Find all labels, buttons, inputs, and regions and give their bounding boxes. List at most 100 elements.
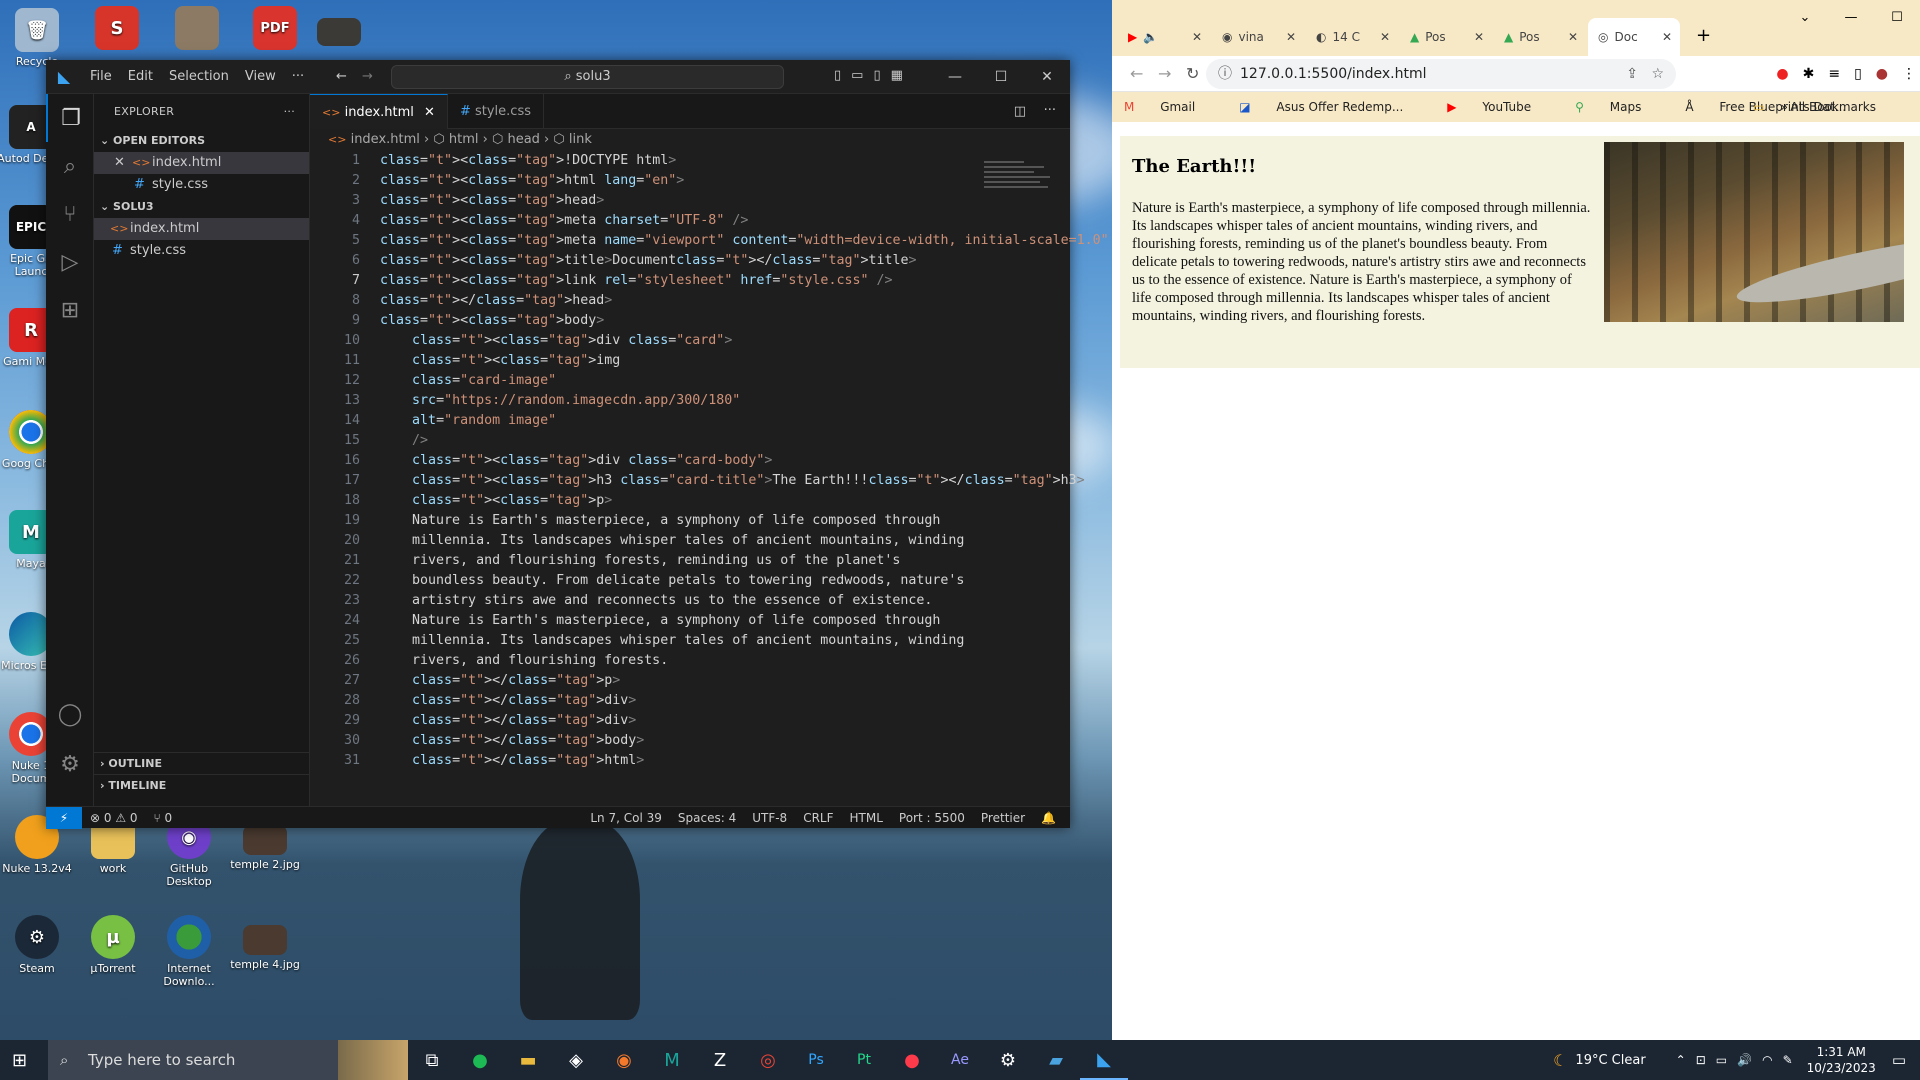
address-bar[interactable]: ⓘ 127.0.0.1:5500/index.html ⇪ ☆ xyxy=(1206,58,1676,89)
all-bookmarks-folder[interactable]: ▭ All Bookmarks xyxy=(1753,100,1898,114)
file-explorer-icon[interactable]: ▬ xyxy=(504,1040,552,1080)
browser-tab-document[interactable]: ◎ Doc ✕ xyxy=(1588,18,1680,56)
network-icon[interactable]: ⊡ xyxy=(1696,1053,1706,1067)
code-line[interactable]: 19 Nature is Earth's masterpiece, a symp… xyxy=(310,511,1070,531)
taskbar-search-box[interactable]: ⌕ Type here to search xyxy=(48,1040,338,1080)
photos-icon[interactable]: ▰ xyxy=(1032,1040,1080,1080)
extensions-icon[interactable]: ⊞ xyxy=(46,286,94,334)
live-server-port[interactable]: Port : 5500 xyxy=(899,811,965,825)
maya-icon[interactable]: M xyxy=(648,1040,696,1080)
desktop-icon-temple4[interactable]: temple 4.jpg xyxy=(230,925,300,971)
zbrush-icon[interactable]: Z xyxy=(696,1040,744,1080)
code-line[interactable]: 10 class="t"><class="tag">div class="car… xyxy=(310,331,1070,351)
code-line[interactable]: 6 class="t"><class="tag">title>Documentcl… xyxy=(310,251,1070,271)
breadcrumb-item[interactable]: head xyxy=(507,132,539,147)
desktop-icon-idm[interactable]: Internet Downlo... xyxy=(154,915,224,988)
close-icon[interactable]: ✕ xyxy=(1192,30,1202,44)
run-debug-icon[interactable]: ▷ xyxy=(46,238,94,286)
code-line[interactable]: 30 class="t"></class="tag">body> xyxy=(310,731,1070,751)
problems-count[interactable]: ⊗ 0 ⚠ 0 xyxy=(90,811,138,825)
code-line[interactable]: 7 class="t"><class="tag">link rel="styles… xyxy=(310,271,1070,291)
battery-icon[interactable]: ▭ xyxy=(1716,1053,1727,1067)
toggle-panel-icon[interactable]: ▭ xyxy=(851,68,863,83)
language-mode[interactable]: HTML xyxy=(850,811,883,825)
file-style-css[interactable]: # style.css xyxy=(94,240,309,262)
desktop-icon-temple2[interactable]: temple 2.jpg xyxy=(230,825,300,871)
remote-indicator-icon[interactable]: ⚡ xyxy=(46,806,82,829)
folder-section[interactable]: ⌄ SOLU3 xyxy=(94,196,309,218)
maximize-button[interactable]: ☐ xyxy=(978,60,1024,94)
file-index-html[interactable]: <> index.html xyxy=(94,218,309,240)
code-line[interactable]: 20 millennia. Its landscapes whisper tal… xyxy=(310,531,1070,551)
windows-start-icon[interactable]: ⊞ xyxy=(12,1050,27,1071)
unity-icon[interactable]: ◈ xyxy=(552,1040,600,1080)
desktop-icon-image[interactable] xyxy=(304,18,374,49)
after-effects-icon[interactable]: Ae xyxy=(936,1040,984,1080)
explorer-icon[interactable]: ❐ xyxy=(46,94,94,142)
close-icon[interactable]: ✕ xyxy=(1662,30,1672,44)
code-line[interactable]: 2 class="t"><class="tag">html lang="en"> xyxy=(310,171,1070,191)
cortana-image-icon[interactable] xyxy=(338,1040,408,1080)
code-line[interactable]: 31 class="t"></class="tag">html> xyxy=(310,751,1070,771)
share-icon[interactable]: ⇪ xyxy=(1626,59,1638,89)
maximize-button[interactable]: ☐ xyxy=(1874,0,1920,36)
prettier-status[interactable]: Prettier xyxy=(981,811,1025,825)
opera-gx-icon[interactable]: ● xyxy=(888,1040,936,1080)
tab-search-icon[interactable]: ⌄ xyxy=(1782,0,1828,36)
code-line[interactable]: 27 class="t"></class="tag">p> xyxy=(310,671,1070,691)
chrome-icon[interactable]: ◎ xyxy=(744,1040,792,1080)
menu-view[interactable]: View xyxy=(245,69,276,84)
close-icon[interactable]: ✕ xyxy=(1286,30,1296,44)
task-view-icon[interactable]: ⧉ xyxy=(408,1040,456,1080)
account-icon[interactable]: ◯ xyxy=(46,690,94,738)
close-icon[interactable]: ✕ xyxy=(1380,30,1390,44)
desktop-icon-pdf[interactable]: PDF xyxy=(240,6,310,53)
reload-icon[interactable]: ↻ xyxy=(1186,64,1199,83)
close-icon[interactable]: ✕ xyxy=(1568,30,1578,44)
browser-tab-5[interactable]: ▲ Pos ✕ xyxy=(1494,18,1586,56)
code-line[interactable]: 23 artistry stirs awe and reconnects us … xyxy=(310,591,1070,611)
code-line[interactable]: 12 class="card-image" xyxy=(310,371,1070,391)
source-control-icon[interactable]: ⑂ xyxy=(46,190,94,238)
code-line[interactable]: 5 class="t"><class="tag">meta name="viewp… xyxy=(310,231,1133,251)
code-line[interactable]: 26 rivers, and flourishing forests. xyxy=(310,651,1070,671)
search-icon[interactable]: ⌕ xyxy=(46,142,94,190)
split-editor-icon[interactable]: ◫ xyxy=(1014,104,1026,119)
wifi-icon[interactable]: ◠ xyxy=(1762,1053,1772,1067)
opera-extension-icon[interactable]: ● xyxy=(1776,66,1788,82)
code-line[interactable]: 9 class="t"><class="tag">body> xyxy=(310,311,1070,331)
open-editor-index-html[interactable]: ✕ <> index.html xyxy=(94,152,309,174)
tab-index-html[interactable]: <> index.html ✕ xyxy=(310,94,448,129)
code-line[interactable]: 29 class="t"></class="tag">div> xyxy=(310,711,1070,731)
customize-layout-icon[interactable]: ▦ xyxy=(891,68,903,83)
extensions-icon[interactable]: ✱ xyxy=(1803,66,1815,82)
show-hidden-icons-chevron-icon[interactable]: ⌃ xyxy=(1676,1053,1686,1067)
volume-icon[interactable]: 🔊 xyxy=(1737,1053,1752,1067)
new-tab-icon[interactable]: + xyxy=(1696,25,1711,46)
blender-icon[interactable]: ◉ xyxy=(600,1040,648,1080)
back-arrow-icon[interactable]: ← xyxy=(336,69,347,84)
code-line[interactable]: 16 class="t"><class="tag">div class="car… xyxy=(310,451,1070,471)
browser-tab-3[interactable]: ◐ 14 C ✕ xyxy=(1306,18,1398,56)
bookmark-asus[interactable]: ◪ Asus Offer Redemp... xyxy=(1239,100,1425,114)
close-button[interactable]: ✕ xyxy=(1024,60,1070,94)
timeline-section[interactable]: › TIMELINE xyxy=(94,774,309,796)
notification-center-icon[interactable]: ▭ xyxy=(1892,1051,1906,1069)
chrome-menu-icon[interactable]: ⋮ xyxy=(1902,66,1916,82)
code-line[interactable]: 28 class="t"></class="tag">div> xyxy=(310,691,1070,711)
close-icon[interactable]: ✕ xyxy=(114,152,125,174)
code-line[interactable]: 24 Nature is Earth's masterpiece, a symp… xyxy=(310,611,1070,631)
code-line[interactable]: 18 class="t"><class="tag">p> xyxy=(310,491,1070,511)
forward-icon[interactable]: → xyxy=(1158,64,1171,83)
breadcrumb-item[interactable]: html xyxy=(449,132,479,147)
notifications-bell-icon[interactable]: 🔔 xyxy=(1041,811,1056,825)
desktop-icon-sketchup[interactable]: S xyxy=(82,6,152,53)
profile-avatar[interactable]: ● xyxy=(1876,66,1888,82)
desktop-icon-utorrent[interactable]: µ µTorrent xyxy=(78,915,148,975)
photoshop-icon[interactable]: Ps xyxy=(792,1040,840,1080)
cursor-position[interactable]: Ln 7, Col 39 xyxy=(590,811,662,825)
code-line[interactable]: 14 alt="random image" xyxy=(310,411,1070,431)
code-line[interactable]: 11 class="t"><class="tag">img xyxy=(310,351,1070,371)
settings-gear-icon[interactable]: ⚙ xyxy=(46,740,94,788)
indentation[interactable]: Spaces: 4 xyxy=(678,811,736,825)
